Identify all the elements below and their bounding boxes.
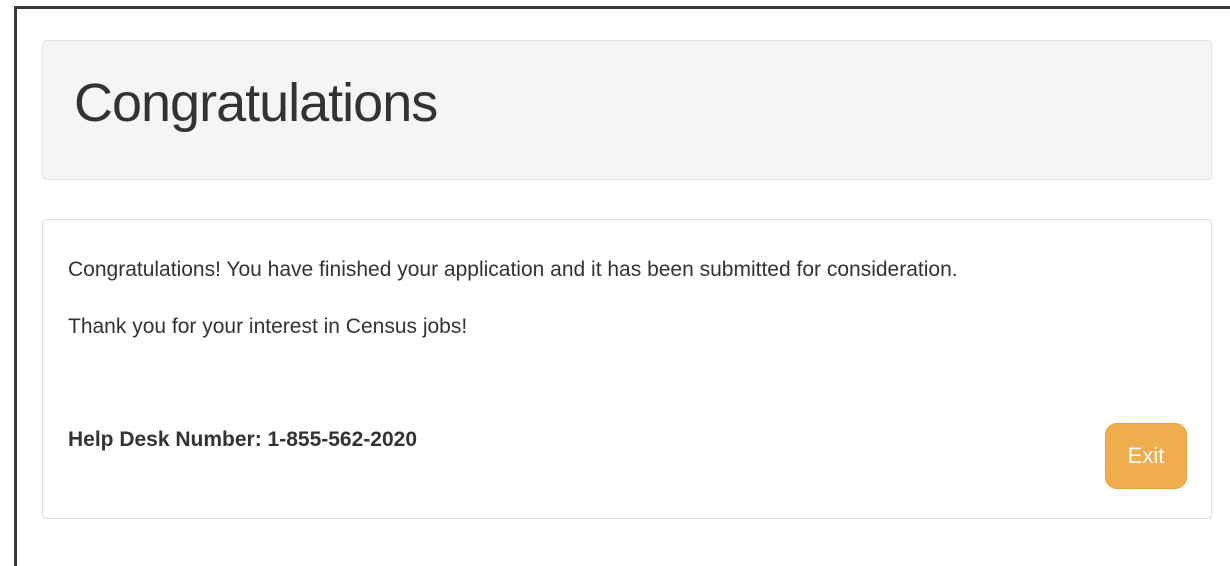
exit-button[interactable]: Exit: [1105, 423, 1187, 489]
page-title: Congratulations: [74, 73, 438, 133]
page-header: Congratulations: [42, 40, 1212, 180]
confirmation-panel: Congratulations! You have finished your …: [42, 219, 1212, 519]
help-desk-number: Help Desk Number: 1-855-562-2020: [68, 428, 418, 451]
confirmation-message: Congratulations! You have finished your …: [68, 258, 958, 281]
thank-you-message: Thank you for your interest in Census jo…: [68, 315, 468, 338]
